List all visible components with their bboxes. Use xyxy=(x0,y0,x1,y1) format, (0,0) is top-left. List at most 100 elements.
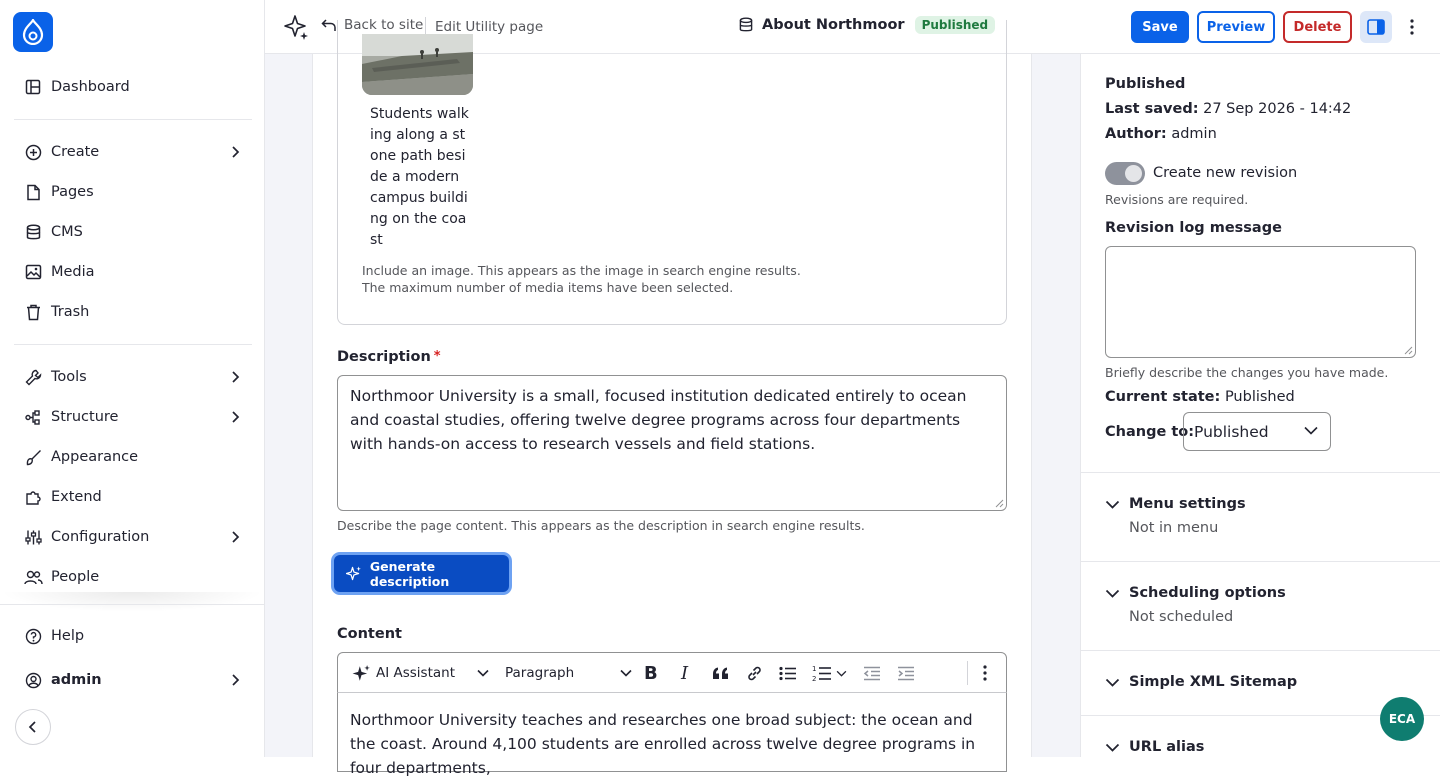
delete-button[interactable]: Delete xyxy=(1283,11,1352,43)
chevron-right-icon xyxy=(232,674,240,686)
preview-button[interactable]: Preview xyxy=(1197,11,1275,43)
sidebar-item-structure[interactable]: Structure xyxy=(14,399,252,435)
sidebar-item-create[interactable]: Create xyxy=(14,134,252,170)
panel-right-icon xyxy=(1367,19,1385,35)
chevron-right-icon xyxy=(232,531,240,543)
collapse-sidebar-button[interactable] xyxy=(15,709,51,745)
sidebar-item-pages[interactable]: Pages xyxy=(14,174,252,210)
bullet-list-icon xyxy=(779,666,796,680)
scheduling-accordion[interactable]: Scheduling options xyxy=(1105,585,1286,601)
dashboard-icon xyxy=(23,77,43,97)
toolbar-divider xyxy=(967,661,968,685)
editor-more-button[interactable] xyxy=(983,662,987,684)
chevron-down-icon xyxy=(1105,589,1120,598)
generate-description-button[interactable]: Generate description xyxy=(334,555,509,592)
drupal-logo-icon[interactable] xyxy=(13,12,53,52)
ai-assistant-dropdown[interactable]: AI Assistant xyxy=(352,662,489,684)
kebab-menu-icon xyxy=(983,665,987,681)
sidebar-item-configuration[interactable]: Configuration xyxy=(14,519,252,555)
save-button[interactable]: Save xyxy=(1131,11,1189,43)
chevron-down-icon xyxy=(1105,678,1120,687)
toggle-sidebar-panel-button[interactable] xyxy=(1360,11,1392,43)
editor-toolbar: AI Assistant Paragraph B I 12 xyxy=(337,652,1007,693)
sidebar-divider xyxy=(0,604,264,605)
sidebar-item-label: Configuration xyxy=(51,529,150,545)
eca-assistant-button[interactable]: ECA xyxy=(1380,697,1424,741)
revision-log-textarea[interactable] xyxy=(1105,246,1416,358)
menu-settings-title: Menu settings xyxy=(1129,496,1246,512)
change-to-label: Change to: xyxy=(1105,424,1195,440)
toggle-knob xyxy=(1125,165,1142,182)
moderation-state-select[interactable]: Published xyxy=(1183,412,1331,451)
moderation-state-value: Published xyxy=(1194,422,1269,441)
sidebar-item-trash[interactable]: Trash xyxy=(14,294,252,330)
resize-handle-icon[interactable] xyxy=(1404,346,1413,355)
last-saved-value: 27 Sep 2026 - 14:42 xyxy=(1203,101,1352,117)
scheduling-title: Scheduling options xyxy=(1129,585,1286,601)
sidebar-item-appearance[interactable]: Appearance xyxy=(14,439,252,475)
ai-assistant-label: AI Assistant xyxy=(376,665,456,681)
sidebar-item-user[interactable]: admin xyxy=(14,662,252,698)
resize-handle-icon[interactable] xyxy=(995,499,1004,508)
url-alias-accordion[interactable]: URL alias xyxy=(1105,739,1204,755)
bold-button[interactable]: B xyxy=(644,662,658,684)
svg-text:1: 1 xyxy=(812,665,816,673)
chevron-right-icon xyxy=(232,146,240,158)
image-icon xyxy=(23,262,43,282)
indent-icon xyxy=(898,666,914,680)
database-icon xyxy=(23,222,43,242)
description-textarea[interactable]: Northmoor University is a small, focused… xyxy=(337,375,1007,511)
revision-log-help: Briefly describe the changes you have ma… xyxy=(1105,365,1389,380)
chevron-down-icon xyxy=(1105,500,1120,509)
numbered-list-dropdown[interactable]: 12 xyxy=(812,662,847,684)
description-label-text: Description xyxy=(337,349,431,365)
media-thumbnail[interactable] xyxy=(362,34,473,95)
content-editor[interactable]: Northmoor University teaches and researc… xyxy=(337,692,1007,777)
paragraph-style-label: Paragraph xyxy=(505,665,575,681)
sidebar-item-help[interactable]: Help xyxy=(14,618,252,654)
quote-icon xyxy=(713,667,728,679)
current-state-value: Published xyxy=(1224,389,1295,405)
sidebar-item-label: Media xyxy=(51,264,95,280)
blockquote-button[interactable] xyxy=(712,662,729,684)
chevron-down-icon xyxy=(836,670,847,677)
paragraph-style-dropdown[interactable]: Paragraph xyxy=(505,662,632,684)
sidebar-item-people[interactable]: People xyxy=(14,559,252,595)
outdent-button[interactable] xyxy=(863,662,881,684)
panel-divider xyxy=(1081,650,1440,651)
create-revision-toggle[interactable] xyxy=(1105,162,1145,185)
brush-icon xyxy=(23,447,43,467)
campus-photo-image xyxy=(362,34,473,95)
ai-sparkle-icon[interactable] xyxy=(283,14,309,40)
more-actions-button[interactable] xyxy=(1402,14,1422,40)
panel-divider xyxy=(1081,561,1440,562)
chevron-down-icon xyxy=(620,669,632,677)
sidebar-item-label: Trash xyxy=(51,304,90,320)
sparkle-icon xyxy=(346,566,361,581)
sidebar-item-label: Structure xyxy=(51,409,119,425)
italic-icon: I xyxy=(681,662,689,684)
sparkle-icon xyxy=(352,664,370,681)
back-arrow-icon xyxy=(321,18,336,31)
sidebar-item-label: People xyxy=(51,569,100,585)
sitemap-accordion[interactable]: Simple XML Sitemap xyxy=(1105,674,1297,690)
italic-button[interactable]: I xyxy=(681,662,688,684)
indent-button[interactable] xyxy=(897,662,915,684)
sidebar-item-media[interactable]: Media xyxy=(14,254,252,290)
author: Author: admin xyxy=(1105,126,1217,142)
link-button[interactable] xyxy=(746,662,763,684)
sidebar-item-extend[interactable]: Extend xyxy=(14,479,252,515)
bulleted-list-button[interactable] xyxy=(779,662,797,684)
scheduling-summary: Not scheduled xyxy=(1129,609,1234,625)
sidebar-item-cms[interactable]: CMS xyxy=(14,214,252,250)
sidebar: Dashboard Create Pages CMS Media Trash T… xyxy=(0,0,265,757)
sidebar-item-tools[interactable]: Tools xyxy=(14,359,252,395)
wrench-icon xyxy=(23,367,43,387)
menu-settings-accordion[interactable]: Menu settings xyxy=(1105,496,1246,512)
kebab-menu-icon xyxy=(1410,19,1414,35)
sidebar-item-dashboard[interactable]: Dashboard xyxy=(14,69,252,105)
media-limit-text: The maximum number of media items have b… xyxy=(362,280,734,295)
sidebar-item-label: admin xyxy=(51,672,102,688)
sidebar-divider xyxy=(14,344,252,345)
description-help-text: Describe the page content. This appears … xyxy=(337,518,865,533)
